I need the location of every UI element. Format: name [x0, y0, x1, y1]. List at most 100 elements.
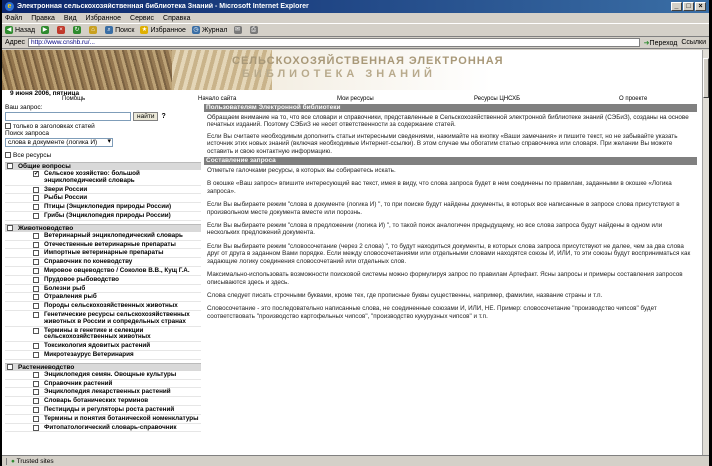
menu-favorites[interactable]: Избранное: [86, 15, 121, 22]
maximize-button[interactable]: □: [683, 2, 694, 11]
resource-item[interactable]: Звери России: [5, 186, 201, 195]
resource-checkbox[interactable]: [33, 294, 39, 301]
forward-arrow-icon: ▶: [41, 26, 50, 34]
resource-checkbox[interactable]: [33, 241, 39, 248]
search-mode-select[interactable]: слова в документе (логика И): [5, 138, 113, 147]
nav-my-resources[interactable]: Мои ресурсы: [337, 96, 374, 102]
resource-checkbox[interactable]: [33, 195, 39, 202]
resource-item[interactable]: Птицы (Энциклопедия природы России): [5, 203, 201, 212]
resource-item[interactable]: Фитопатологический словарь-справочник: [5, 424, 201, 433]
favorites-button[interactable]: ★ Избранное: [140, 26, 186, 34]
resource-checkbox[interactable]: [33, 250, 39, 257]
refresh-button[interactable]: ↻: [73, 26, 83, 34]
nav-help[interactable]: Помощь: [62, 96, 85, 102]
go-button[interactable]: ➜Переход: [644, 39, 678, 47]
top-navigation: Помощь Начало сайта Мои ресурсы Ресурсы …: [2, 96, 702, 103]
nav-about[interactable]: О проекте: [619, 96, 647, 102]
resource-checkbox[interactable]: [33, 311, 39, 318]
mail-button[interactable]: ✉: [233, 26, 244, 34]
category-header[interactable]: Общие вопросы: [5, 162, 201, 170]
resource-checkbox[interactable]: [33, 424, 39, 431]
resource-checkbox[interactable]: [33, 212, 39, 219]
resource-item[interactable]: Импортные ветеринарные препараты: [5, 249, 201, 259]
titles-only-checkbox[interactable]: [5, 123, 11, 130]
category-header[interactable]: Растениеводство: [5, 362, 201, 371]
resource-item[interactable]: Отечественные ветеринарные препараты: [5, 241, 201, 250]
resource-label: Звери России: [44, 185, 88, 193]
category-checkbox[interactable]: [7, 225, 13, 232]
resource-checkbox[interactable]: [33, 389, 39, 396]
nav-home[interactable]: Начало сайта: [198, 96, 236, 102]
search-button[interactable]: ⌕ Поиск: [105, 26, 134, 34]
resource-item[interactable]: Генетические ресурсы сельскохозяйственны…: [5, 311, 201, 327]
menu-file[interactable]: Файл: [5, 15, 22, 22]
stop-icon: ×: [57, 26, 66, 34]
minimize-button[interactable]: _: [671, 2, 682, 11]
resource-item[interactable]: Справочник по коневодству: [5, 258, 201, 267]
resource-checkbox[interactable]: [33, 343, 39, 350]
nav-cnshb-resources[interactable]: Ресурсы ЦНСХБ: [474, 96, 520, 102]
resource-item[interactable]: ✓ Сельское хозяйство: большой энциклопеди…: [5, 170, 201, 186]
find-button[interactable]: найти: [133, 112, 159, 121]
resource-checkbox[interactable]: [33, 303, 39, 310]
resource-item[interactable]: Рыбы России: [5, 194, 201, 204]
resource-item[interactable]: Энциклопедия лекарственных растений: [5, 388, 201, 398]
category-checkbox[interactable]: [7, 364, 13, 371]
resource-item[interactable]: Грибы (Энциклопедия природы России): [5, 212, 201, 221]
resource-item[interactable]: Справочник растений: [5, 380, 201, 389]
category-header[interactable]: Животноводство: [5, 223, 201, 232]
resource-checkbox[interactable]: [33, 186, 39, 193]
scrollbar-thumb[interactable]: [703, 58, 709, 98]
resource-checkbox[interactable]: [33, 327, 39, 334]
category-title: Животноводство: [18, 224, 74, 232]
resource-checkbox[interactable]: [33, 415, 39, 422]
menu-help[interactable]: Справка: [163, 15, 190, 22]
resource-item[interactable]: Термины в генетике и селекции сельскохоз…: [5, 327, 201, 343]
menu-tools[interactable]: Сервис: [130, 15, 154, 22]
home-button[interactable]: ⌂: [89, 26, 99, 34]
resource-checkbox[interactable]: [33, 380, 39, 387]
resource-item[interactable]: Микротезаурус Ветеринария: [5, 351, 201, 360]
history-button[interactable]: ◷ Журнал: [191, 26, 228, 34]
close-button[interactable]: ×: [695, 2, 706, 11]
resource-item[interactable]: Мировое овцеводство / Соколов В.В., Кущ …: [5, 267, 201, 276]
links-button[interactable]: Ссылки: [681, 39, 706, 46]
resource-item[interactable]: Термины и понятия ботанической номенклат…: [5, 415, 201, 424]
resource-checkbox[interactable]: [33, 285, 39, 292]
print-button[interactable]: ⎙: [249, 26, 260, 34]
resource-item[interactable]: Энциклопедия семян. Овощные культуры: [5, 371, 201, 380]
print-icon: ⎙: [249, 26, 258, 34]
resource-checkbox[interactable]: ✓: [33, 171, 39, 177]
menu-edit[interactable]: Правка: [31, 15, 55, 22]
resource-item[interactable]: Пестициды и регуляторы роста растений: [5, 406, 201, 415]
resource-checkbox[interactable]: [33, 398, 39, 405]
resource-item[interactable]: Породы сельскохозяйственных животных: [5, 302, 201, 311]
resource-checkbox[interactable]: [33, 406, 39, 413]
query-input[interactable]: [5, 112, 131, 121]
category-checkbox[interactable]: [7, 163, 13, 170]
resource-label: Отравления рыб: [44, 293, 97, 301]
back-button[interactable]: ◀ Назад: [5, 26, 35, 34]
vertical-scrollbar[interactable]: [702, 50, 709, 455]
resource-item[interactable]: Отравления рыб: [5, 293, 201, 303]
resource-checkbox[interactable]: [33, 267, 39, 274]
resource-item[interactable]: Токсикология ядовитых растений: [5, 342, 201, 351]
resource-checkbox[interactable]: [33, 259, 39, 266]
resource-checkbox[interactable]: [33, 204, 39, 211]
resource-item[interactable]: Словарь ботанических терминов: [5, 397, 201, 406]
stop-button[interactable]: ×: [57, 26, 67, 34]
address-input[interactable]: http://www.cnshb.ru/...: [28, 38, 640, 47]
paragraph: Словосочетание - это последовательно нап…: [207, 305, 657, 320]
menu-view[interactable]: Вид: [64, 15, 77, 22]
resource-checkbox[interactable]: [33, 276, 39, 283]
star-icon: ★: [140, 26, 149, 34]
resource-item[interactable]: Ветеринарный энциклопедический словарь: [5, 232, 201, 241]
resource-checkbox[interactable]: [33, 351, 39, 358]
all-resources-checkbox[interactable]: [5, 152, 11, 159]
help-icon[interactable]: ?: [161, 113, 165, 120]
resource-item[interactable]: Прудовое рыбоводство: [5, 276, 201, 285]
resource-checkbox[interactable]: [33, 371, 39, 378]
resource-checkbox[interactable]: [33, 232, 39, 239]
resource-item[interactable]: Болезни рыб: [5, 285, 201, 294]
forward-button[interactable]: ▶: [41, 26, 51, 34]
